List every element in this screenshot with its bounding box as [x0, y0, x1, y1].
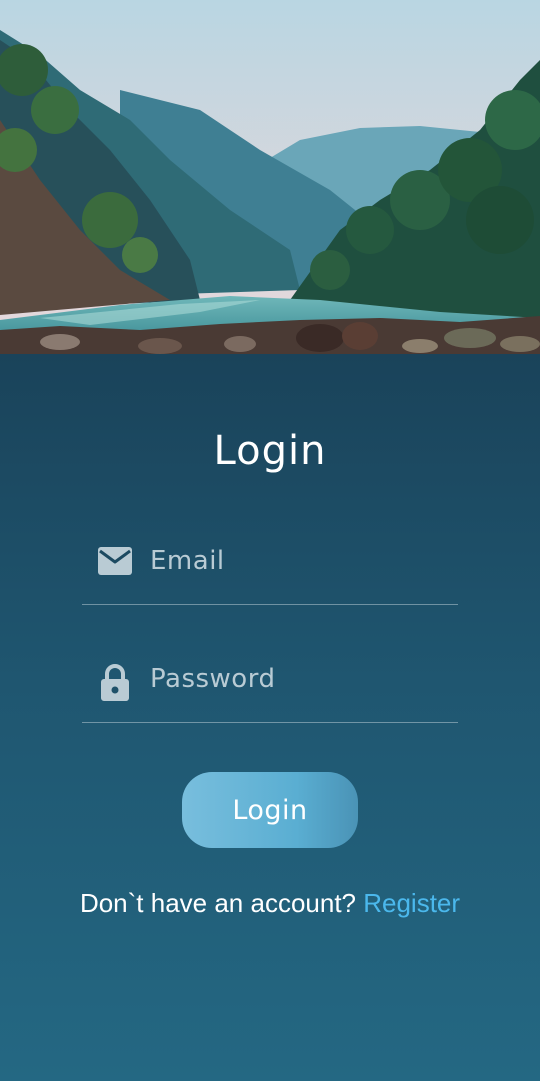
register-prompt: Don`t have an account? Register: [0, 888, 540, 919]
register-prompt-text: Don`t have an account?: [79, 888, 364, 918]
page-title: Login: [213, 428, 327, 474]
header-photo: [0, 0, 540, 354]
password-field[interactable]: [82, 652, 458, 723]
mail-icon: [96, 544, 134, 580]
lock-icon: [96, 662, 134, 701]
register-link[interactable]: Register: [363, 888, 460, 918]
email-field[interactable]: [82, 534, 458, 605]
email-input[interactable]: [148, 540, 452, 582]
password-input[interactable]: [148, 658, 452, 700]
login-button[interactable]: Login: [182, 772, 358, 848]
